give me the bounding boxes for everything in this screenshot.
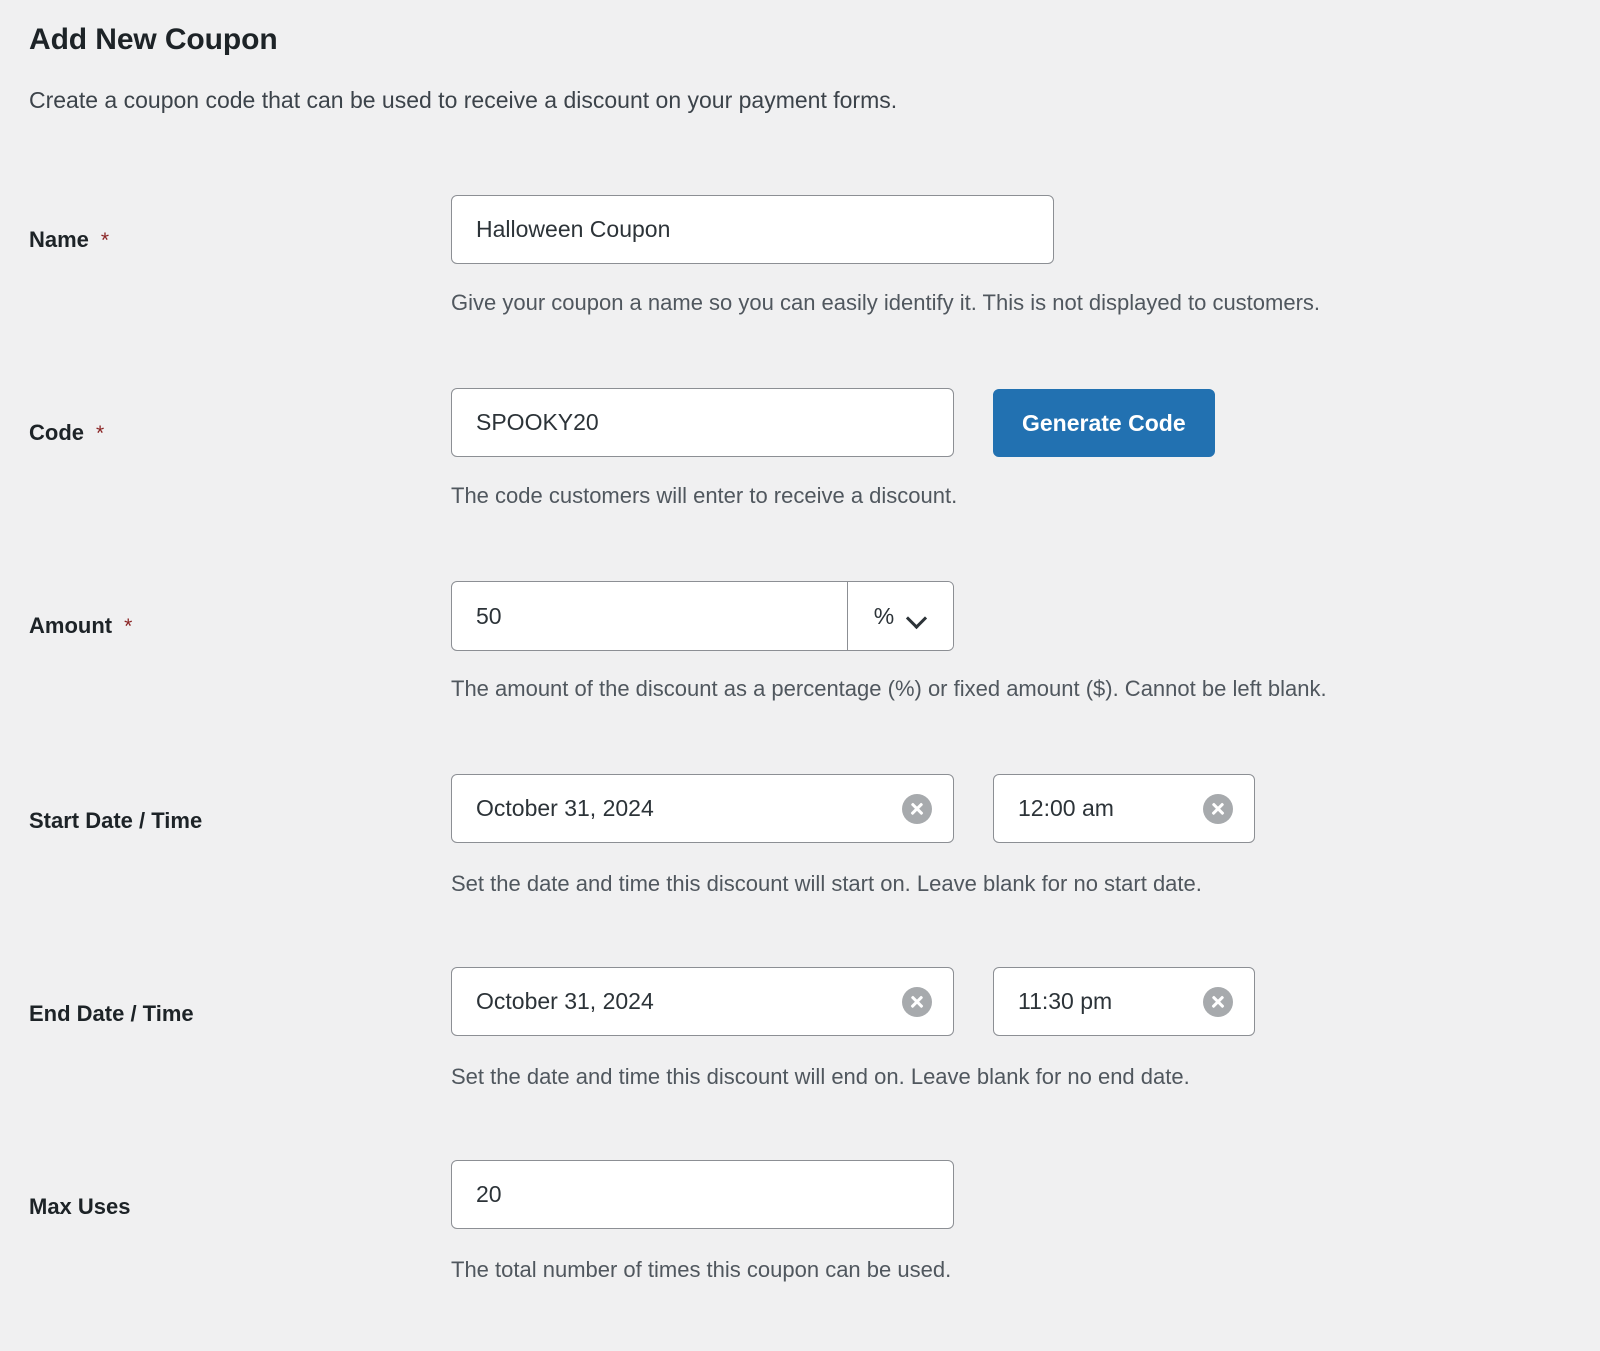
- end-date-time-label: End Date / Time: [29, 1001, 194, 1026]
- amount-required-asterisk: *: [124, 615, 133, 638]
- amount-combo: %: [451, 581, 954, 651]
- end-time-control-area: [993, 967, 1255, 1036]
- start-date-field: [451, 774, 954, 843]
- max-uses-help-text: The total number of times this coupon ca…: [451, 1257, 952, 1282]
- clear-end-time-icon[interactable]: [1203, 986, 1233, 1017]
- code-label-text: Code: [29, 420, 84, 445]
- clear-start-time-icon[interactable]: [1203, 793, 1233, 824]
- code-input[interactable]: [451, 388, 954, 457]
- name-label: Name *: [29, 227, 109, 253]
- end-date-time-help-text: Set the date and time this discount will…: [451, 1064, 1190, 1089]
- page-subtitle: Create a coupon code that can be used to…: [29, 87, 898, 113]
- code-help-text: The code customers will enter to receive…: [451, 483, 958, 508]
- amount-control-area: %: [451, 581, 954, 651]
- name-required-asterisk: *: [100, 229, 110, 252]
- amount-unit-value: %: [873, 602, 895, 629]
- start-time-control-area: [993, 774, 1255, 843]
- start-date-control-area: [451, 774, 954, 843]
- generate-code-button[interactable]: Generate Code: [993, 389, 1215, 457]
- clear-start-date-icon[interactable]: [902, 793, 932, 824]
- name-control-area: [451, 195, 1054, 264]
- end-time-field: [993, 967, 1255, 1036]
- max-uses-input[interactable]: [451, 1160, 954, 1229]
- code-label: Code *: [29, 420, 104, 446]
- end-date-input[interactable]: [451, 967, 954, 1036]
- max-uses-label: Max Uses: [29, 1194, 131, 1219]
- start-date-time-help-text: Set the date and time this discount will…: [451, 871, 1202, 896]
- name-input[interactable]: [451, 195, 1054, 264]
- start-date-time-label: Start Date / Time: [29, 808, 203, 833]
- start-time-field: [993, 774, 1255, 843]
- chevron-down-icon: [908, 611, 927, 622]
- max-uses-control-area: [451, 1160, 954, 1229]
- code-control-area: [451, 388, 954, 457]
- name-help-text: Give your coupon a name so you can easil…: [451, 290, 1321, 315]
- amount-label-text: Amount: [29, 613, 113, 638]
- clear-end-date-icon[interactable]: [902, 986, 932, 1017]
- start-date-input[interactable]: [451, 774, 954, 843]
- amount-unit-select[interactable]: %: [847, 582, 953, 650]
- amount-help-text: The amount of the discount as a percenta…: [451, 676, 1327, 701]
- add-new-coupon-page: Add New Coupon Create a coupon code that…: [0, 0, 1600, 1351]
- amount-label: Amount *: [29, 613, 132, 639]
- amount-input[interactable]: [452, 582, 847, 650]
- end-date-control-area: [451, 967, 954, 1036]
- code-required-asterisk: *: [96, 422, 105, 445]
- name-label-text: Name: [29, 227, 89, 252]
- page-title: Add New Coupon: [29, 23, 278, 56]
- end-date-field: [451, 967, 954, 1036]
